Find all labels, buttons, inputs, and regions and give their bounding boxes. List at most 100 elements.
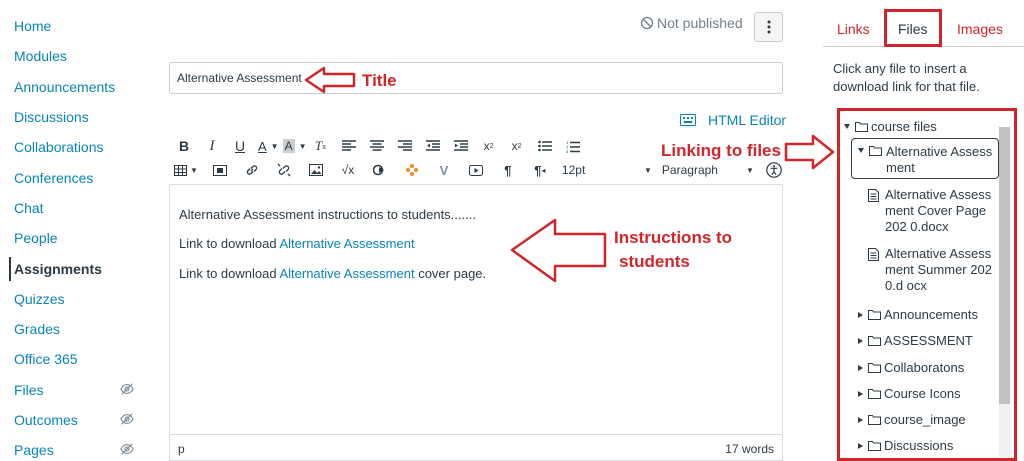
embed-button[interactable]: [370, 160, 390, 180]
html-editor-toggle[interactable]: HTML Editor: [680, 112, 786, 128]
italic-button[interactable]: I: [202, 136, 222, 156]
nav-announcements[interactable]: Announcements: [14, 79, 115, 95]
tree-folder-alternative-assessment[interactable]: Alternative Assess ment: [851, 138, 999, 179]
accessibility-checker-button[interactable]: [764, 160, 784, 180]
tree-folder-label: Discussions: [884, 438, 954, 453]
cover-page-file-link[interactable]: Alternative Assessment: [279, 266, 414, 281]
annotation-instructions-line1: Instructions to: [614, 228, 733, 247]
assignment-title-input[interactable]: Alternative Assessment: [169, 62, 783, 94]
insert-link-button[interactable]: [242, 160, 262, 180]
align-right-button[interactable]: [395, 136, 415, 156]
rtl-button[interactable]: ¶ ◂: [530, 160, 550, 180]
tree-folder-collaboratons[interactable]: Collaboratons: [858, 360, 964, 375]
table-button[interactable]: ▼: [174, 160, 198, 180]
subscript-button[interactable]: x2: [507, 136, 527, 156]
align-left-icon: [341, 140, 356, 151]
tree-file-label: Alternative Assess ment Summer 2020.d oc…: [885, 246, 992, 293]
background-color-button[interactable]: A ▼: [282, 136, 307, 156]
nav-modules[interactable]: Modules: [14, 48, 67, 64]
vimeo-button[interactable]: V: [434, 160, 454, 180]
kebab-icon: [767, 20, 770, 34]
editor-status-bar: p 17 words: [169, 435, 783, 461]
tree-folder-course-icons[interactable]: Course Icons: [858, 386, 961, 401]
nav-chat[interactable]: Chat: [14, 200, 44, 216]
folder-icon: [868, 389, 881, 399]
tree-folder-label: Collaboratons: [884, 360, 965, 375]
tree-folder-course-image[interactable]: course_image: [858, 412, 966, 427]
caret-down-icon: [844, 124, 850, 129]
align-center-button[interactable]: [367, 136, 387, 156]
nav-assignments[interactable]: Assignments: [14, 261, 102, 277]
indent-icon: [453, 140, 468, 151]
assessment-file-link[interactable]: Alternative Assessment: [279, 236, 414, 251]
tree-folder-course-files[interactable]: course files: [844, 119, 937, 134]
tree-file-summer-2020[interactable]: Alternative Assess ment Summer 2020.d oc…: [868, 246, 996, 294]
instructions-text: Alternative Assessment instructions to s…: [179, 207, 476, 222]
bullet-list-button[interactable]: [535, 136, 555, 156]
eye-slash-icon: [120, 413, 134, 425]
apps-button[interactable]: [402, 160, 422, 180]
nav-conferences[interactable]: Conferences: [14, 170, 93, 186]
more-options-button[interactable]: [754, 12, 783, 42]
word-count: 17 words: [725, 442, 774, 456]
assignment-title-value: Alternative Assessment: [177, 71, 302, 85]
underline-button[interactable]: U: [230, 136, 250, 156]
rich-content-editor[interactable]: Alternative Assessment instructions to s…: [169, 184, 783, 435]
nav-pages[interactable]: Pages: [14, 442, 54, 458]
download-link-paragraph: Link to download Alternative Assessment: [179, 236, 415, 251]
table-icon: [174, 164, 187, 176]
html-editor-label: HTML Editor: [708, 112, 787, 128]
cover-page-link-paragraph: Link to download Alternative Assessment …: [179, 266, 486, 281]
keyboard-icon: [680, 114, 696, 126]
nav-home[interactable]: Home: [14, 18, 51, 34]
nav-people[interactable]: People: [14, 230, 58, 246]
outdent-button[interactable]: [423, 136, 443, 156]
indent-button[interactable]: [451, 136, 471, 156]
tree-folder-assessment[interactable]: ASSESSMENT: [858, 333, 973, 348]
annotation-linking: Linking to files: [661, 141, 781, 160]
remove-link-button[interactable]: [274, 160, 294, 180]
font-size-dropdown[interactable]: 12pt ▼: [562, 160, 652, 180]
nav-discussions[interactable]: Discussions: [14, 109, 89, 125]
annotation-instructions-line2: students: [619, 252, 690, 271]
tab-links[interactable]: Links: [837, 21, 870, 37]
tree-folder-announcements[interactable]: Announcements: [858, 307, 978, 322]
media-button[interactable]: [210, 160, 230, 180]
nav-collaborations[interactable]: Collaborations: [14, 139, 104, 155]
folder-icon: [868, 310, 881, 320]
nav-office-365[interactable]: Office 365: [14, 351, 78, 367]
embed-icon: [372, 164, 384, 176]
insert-image-button[interactable]: [306, 160, 326, 180]
link-suffix-text: cover page.: [414, 266, 487, 281]
align-left-button[interactable]: [339, 136, 359, 156]
numbered-list-button[interactable]: 123: [563, 136, 583, 156]
text-color-button[interactable]: A ▼: [258, 136, 279, 156]
ltr-button[interactable]: ¶: [498, 160, 518, 180]
clear-formatting-button[interactable]: Tx: [311, 136, 331, 156]
folder-icon: [868, 336, 881, 346]
tree-folder-label: ASSESSMENT: [884, 333, 973, 348]
eye-slash-icon: [120, 443, 134, 455]
nav-files[interactable]: Files: [14, 382, 44, 398]
superscript-button[interactable]: x2: [479, 136, 499, 156]
equation-button[interactable]: √x: [338, 160, 358, 180]
block-format-dropdown[interactable]: Paragraph ▼: [662, 160, 754, 180]
eye-slash-icon: [120, 383, 134, 395]
link-icon: [246, 165, 258, 175]
editor-toolbar-row-2: ▼ √x V ¶ ¶ ◂ 12pt ▼ Paragraph ▼: [174, 160, 792, 180]
caret-right-icon: [858, 416, 863, 423]
video-button[interactable]: [466, 160, 486, 180]
nav-quizzes[interactable]: Quizzes: [14, 291, 65, 307]
tree-file-cover-page[interactable]: Alternative Assess ment Cover Page 202 0…: [868, 187, 996, 235]
folder-icon: [868, 415, 881, 425]
bold-button[interactable]: B: [174, 136, 194, 156]
tree-folder-label: Alternative Assess ment: [886, 144, 993, 175]
tree-folder-label: course files: [871, 119, 937, 134]
tab-images[interactable]: Images: [957, 21, 1003, 37]
tree-folder-discussions[interactable]: Discussions: [858, 438, 953, 453]
document-icon: [868, 189, 879, 202]
tab-files[interactable]: Files: [884, 9, 942, 47]
nav-outcomes[interactable]: Outcomes: [14, 412, 78, 428]
scrollbar-thumb[interactable]: [999, 127, 1010, 404]
nav-grades[interactable]: Grades: [14, 321, 60, 337]
